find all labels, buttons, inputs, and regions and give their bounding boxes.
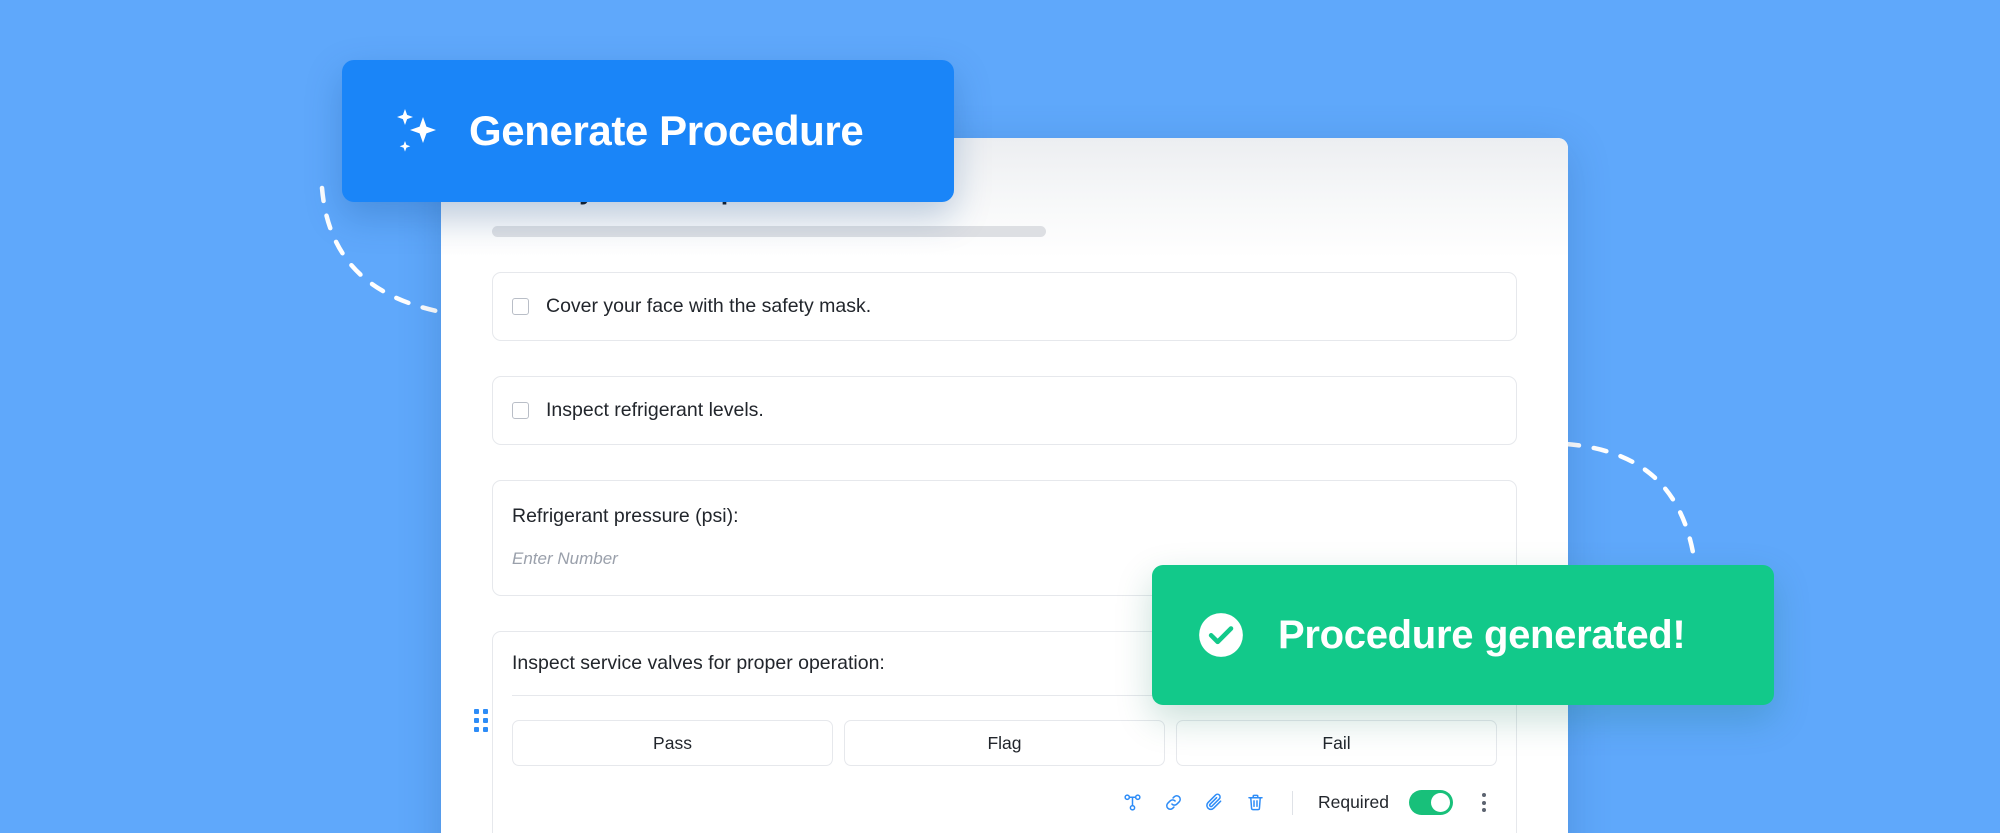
branch-logic-icon[interactable] [1121,791,1144,814]
required-label: Required [1317,792,1389,813]
checkbox-step-1[interactable] [512,297,529,315]
link-icon[interactable] [1162,791,1185,814]
step-toolbar: Required [512,789,1497,816]
decorative-dashed-arc-right [1563,441,1697,561]
toggle-knob [1431,793,1450,813]
kebab-menu-icon[interactable] [1475,789,1493,816]
choice-button-flag[interactable]: Flag [844,720,1165,767]
toolbar-divider [1291,790,1293,815]
step-1-label: Cover your face with the safety mask. [546,294,872,317]
generate-procedure-label: Generate Procedure [469,107,864,154]
trash-icon[interactable] [1244,791,1267,814]
drag-handle-icon[interactable] [474,709,488,732]
check-circle-icon [1196,610,1246,660]
procedure-step-checkbox-1[interactable]: Cover your face with the safety mask. [492,271,1517,342]
procedure-step-checkbox-2[interactable]: Inspect refrigerant levels. [492,376,1517,446]
checkbox-step-2[interactable] [512,402,529,420]
choice-button-fail[interactable]: Fail [1176,720,1497,767]
toast-notification: Procedure generated! [1152,565,1774,705]
choice-button-pass[interactable]: Pass [512,720,833,767]
generate-procedure-button[interactable]: Generate Procedure [342,60,954,202]
procedure-card: Monthly HVAC Inspection Cover your face … [441,138,1568,833]
choice-button-group: Pass Flag Fail [512,720,1497,767]
title-placeholder-bar [492,225,1046,237]
toast-message: Procedure generated! [1278,612,1686,657]
required-toggle[interactable] [1409,790,1453,816]
step-2-label: Inspect refrigerant levels. [546,399,764,422]
paperclip-icon[interactable] [1203,791,1226,814]
sparkles-icon [390,103,442,159]
step-3-label: Refrigerant pressure (psi): [512,505,739,528]
